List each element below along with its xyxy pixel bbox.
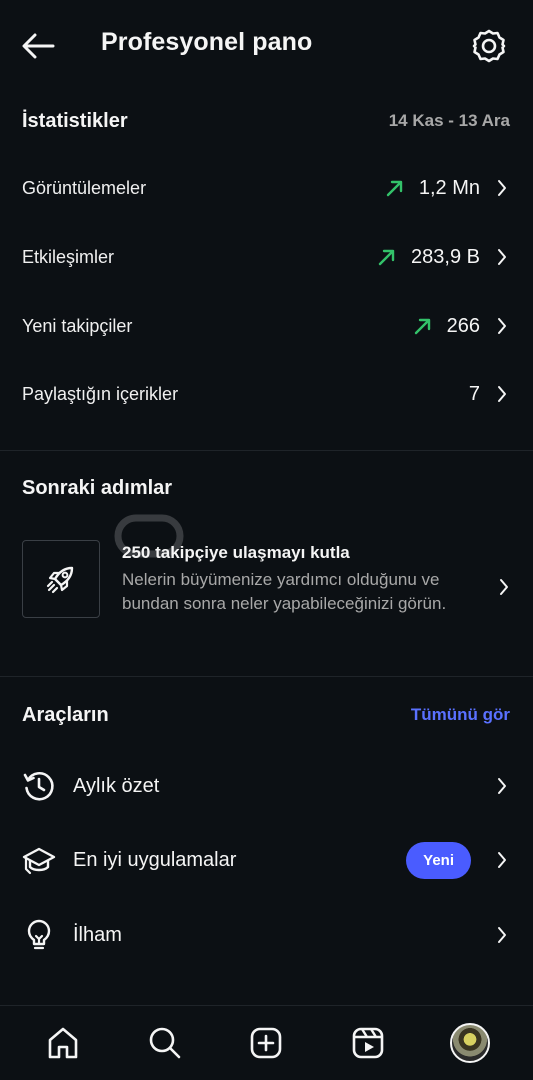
- profile-avatar: [450, 1023, 491, 1063]
- tool-label: İlham: [73, 923, 122, 946]
- back-button[interactable]: [18, 26, 58, 66]
- chevron-right-icon: [493, 383, 511, 405]
- stat-row-shared-content[interactable]: Paylaştığın içerikler 7: [0, 366, 533, 422]
- home-icon: [48, 1027, 78, 1059]
- stat-value: 1,2 Mn: [418, 176, 480, 199]
- graduation-cap-icon: [22, 843, 56, 877]
- milestone-card[interactable]: 250 takipçiye ulaşmayı kutla Nelerin büy…: [0, 538, 533, 638]
- section-divider: [0, 676, 533, 677]
- history-clock-icon: [22, 769, 56, 803]
- stat-value: 266: [446, 314, 480, 337]
- stat-label: Yeni takipçiler: [22, 315, 133, 336]
- stat-value: 7: [468, 382, 480, 405]
- arrow-left-icon: [22, 33, 55, 59]
- bottom-navigation: [0, 1005, 533, 1080]
- milestone-description: Nelerin büyümenize yardımcı olduğunu ve …: [122, 570, 447, 613]
- settings-button[interactable]: [469, 26, 509, 66]
- stat-value: 283,9 B: [411, 245, 480, 268]
- chevron-right-icon: [493, 924, 511, 946]
- see-all-link[interactable]: Tümünü gör: [411, 705, 510, 725]
- tools-title: Araçların: [22, 703, 109, 726]
- milestone-title: 250 takipçiye ulaşmayı kutla: [122, 543, 350, 562]
- milestone-icon-box: [22, 540, 100, 618]
- tools-header: Araçların Tümünü gör: [22, 700, 510, 730]
- trend-up-icon: [385, 177, 407, 199]
- nav-create-button[interactable]: [242, 1019, 290, 1067]
- date-range[interactable]: 14 Kas - 13 Ara: [389, 111, 510, 131]
- section-divider: [0, 450, 533, 451]
- nav-search-button[interactable]: [141, 1019, 189, 1067]
- trend-up-icon: [413, 315, 435, 337]
- page-title: Profesyonel pano: [101, 28, 313, 56]
- tool-label: En iyi uygulamalar: [73, 848, 237, 871]
- nav-profile-button[interactable]: [446, 1019, 494, 1067]
- stat-row-new-followers[interactable]: Yeni takipçiler 266: [0, 298, 533, 354]
- lightbulb-icon: [22, 918, 56, 952]
- gear-icon: [472, 29, 506, 63]
- stat-label: Etkileşimler: [22, 246, 115, 267]
- stats-header: İstatistikler 14 Kas - 13 Ara: [22, 106, 510, 136]
- top-bar: Profesyonel pano: [0, 0, 533, 90]
- stats-title: İstatistikler: [22, 109, 128, 132]
- search-icon: [149, 1027, 180, 1059]
- chevron-right-icon: [493, 775, 511, 797]
- reels-icon: [352, 1027, 384, 1059]
- trend-up-icon: [377, 246, 399, 268]
- new-badge: Yeni: [406, 841, 471, 879]
- stat-label: Paylaştığın içerikler: [22, 383, 179, 404]
- chevron-right-icon: [493, 246, 511, 268]
- chevron-right-icon: [493, 315, 511, 337]
- tool-item-monthly-summary[interactable]: Aylık özet: [0, 756, 533, 816]
- nav-reels-button[interactable]: [344, 1019, 392, 1067]
- chevron-right-icon: [499, 578, 509, 601]
- stat-row-views[interactable]: Görüntülemeler 1,2 Mn: [0, 160, 533, 216]
- stat-label: Görüntülemeler: [22, 177, 147, 198]
- next-steps-title: Sonraki adımlar: [22, 477, 173, 499]
- stat-row-interactions[interactable]: Etkileşimler 283,9 B: [0, 229, 533, 285]
- nav-home-button[interactable]: [39, 1019, 87, 1067]
- create-icon: [251, 1027, 282, 1059]
- rocket-icon: [46, 566, 74, 594]
- chevron-right-icon: [493, 177, 511, 199]
- tool-label: Aylık özet: [73, 774, 160, 797]
- tool-item-inspiration[interactable]: İlham: [0, 905, 533, 965]
- chevron-right-icon: [493, 849, 511, 871]
- tool-item-best-practices[interactable]: En iyi uygulamalar Yeni: [0, 830, 533, 890]
